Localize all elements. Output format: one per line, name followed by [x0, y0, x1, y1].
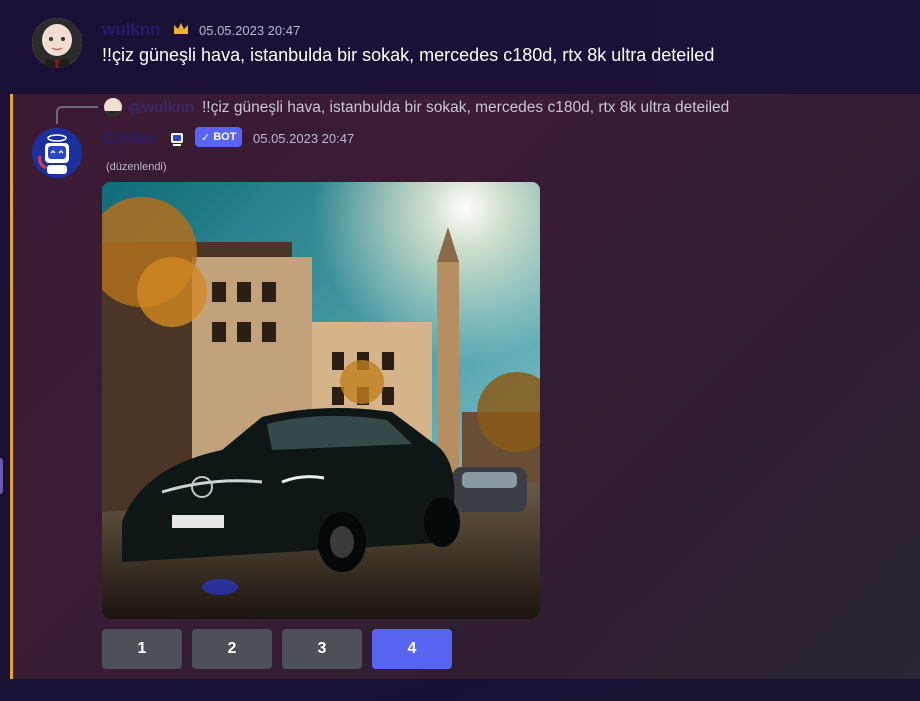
reply-mention[interactable]: @wulknn	[128, 99, 194, 116]
crown-icon	[172, 20, 190, 38]
verified-check-icon: ✓	[201, 131, 211, 144]
image-2-button[interactable]: 2	[192, 629, 272, 669]
scroll-indicator	[0, 458, 3, 494]
image-select-buttons: 1 2 3 4	[102, 629, 452, 669]
bot-tag-label: BOT	[213, 131, 237, 143]
edited-label: (düzenlendi)	[106, 161, 167, 173]
user-name[interactable]: wulknn	[102, 20, 161, 40]
image-3-button[interactable]: 3	[282, 629, 362, 669]
image-4-button[interactable]: 4	[372, 629, 452, 669]
user-message-timestamp: 05.05.2023 20:47	[199, 23, 301, 38]
image-1-button[interactable]: 1	[102, 629, 182, 669]
user-avatar[interactable]	[32, 18, 82, 68]
bot-avatar[interactable]	[32, 128, 82, 178]
bot-message-timestamp: 05.05.2023 20:47	[253, 131, 355, 146]
user-message-text: !!çiz güneşli hava, istanbulda bir sokak…	[102, 45, 715, 65]
bot-name[interactable]: Cortex	[102, 128, 156, 148]
reply-connector	[56, 106, 98, 124]
bot-tag: ✓ BOT	[195, 127, 243, 147]
bot-robot-icon	[168, 129, 186, 147]
reply-text[interactable]: !!çiz güneşli hava, istanbulda bir sokak…	[202, 99, 729, 117]
reply-avatar	[104, 98, 122, 116]
generated-image[interactable]	[102, 182, 540, 619]
